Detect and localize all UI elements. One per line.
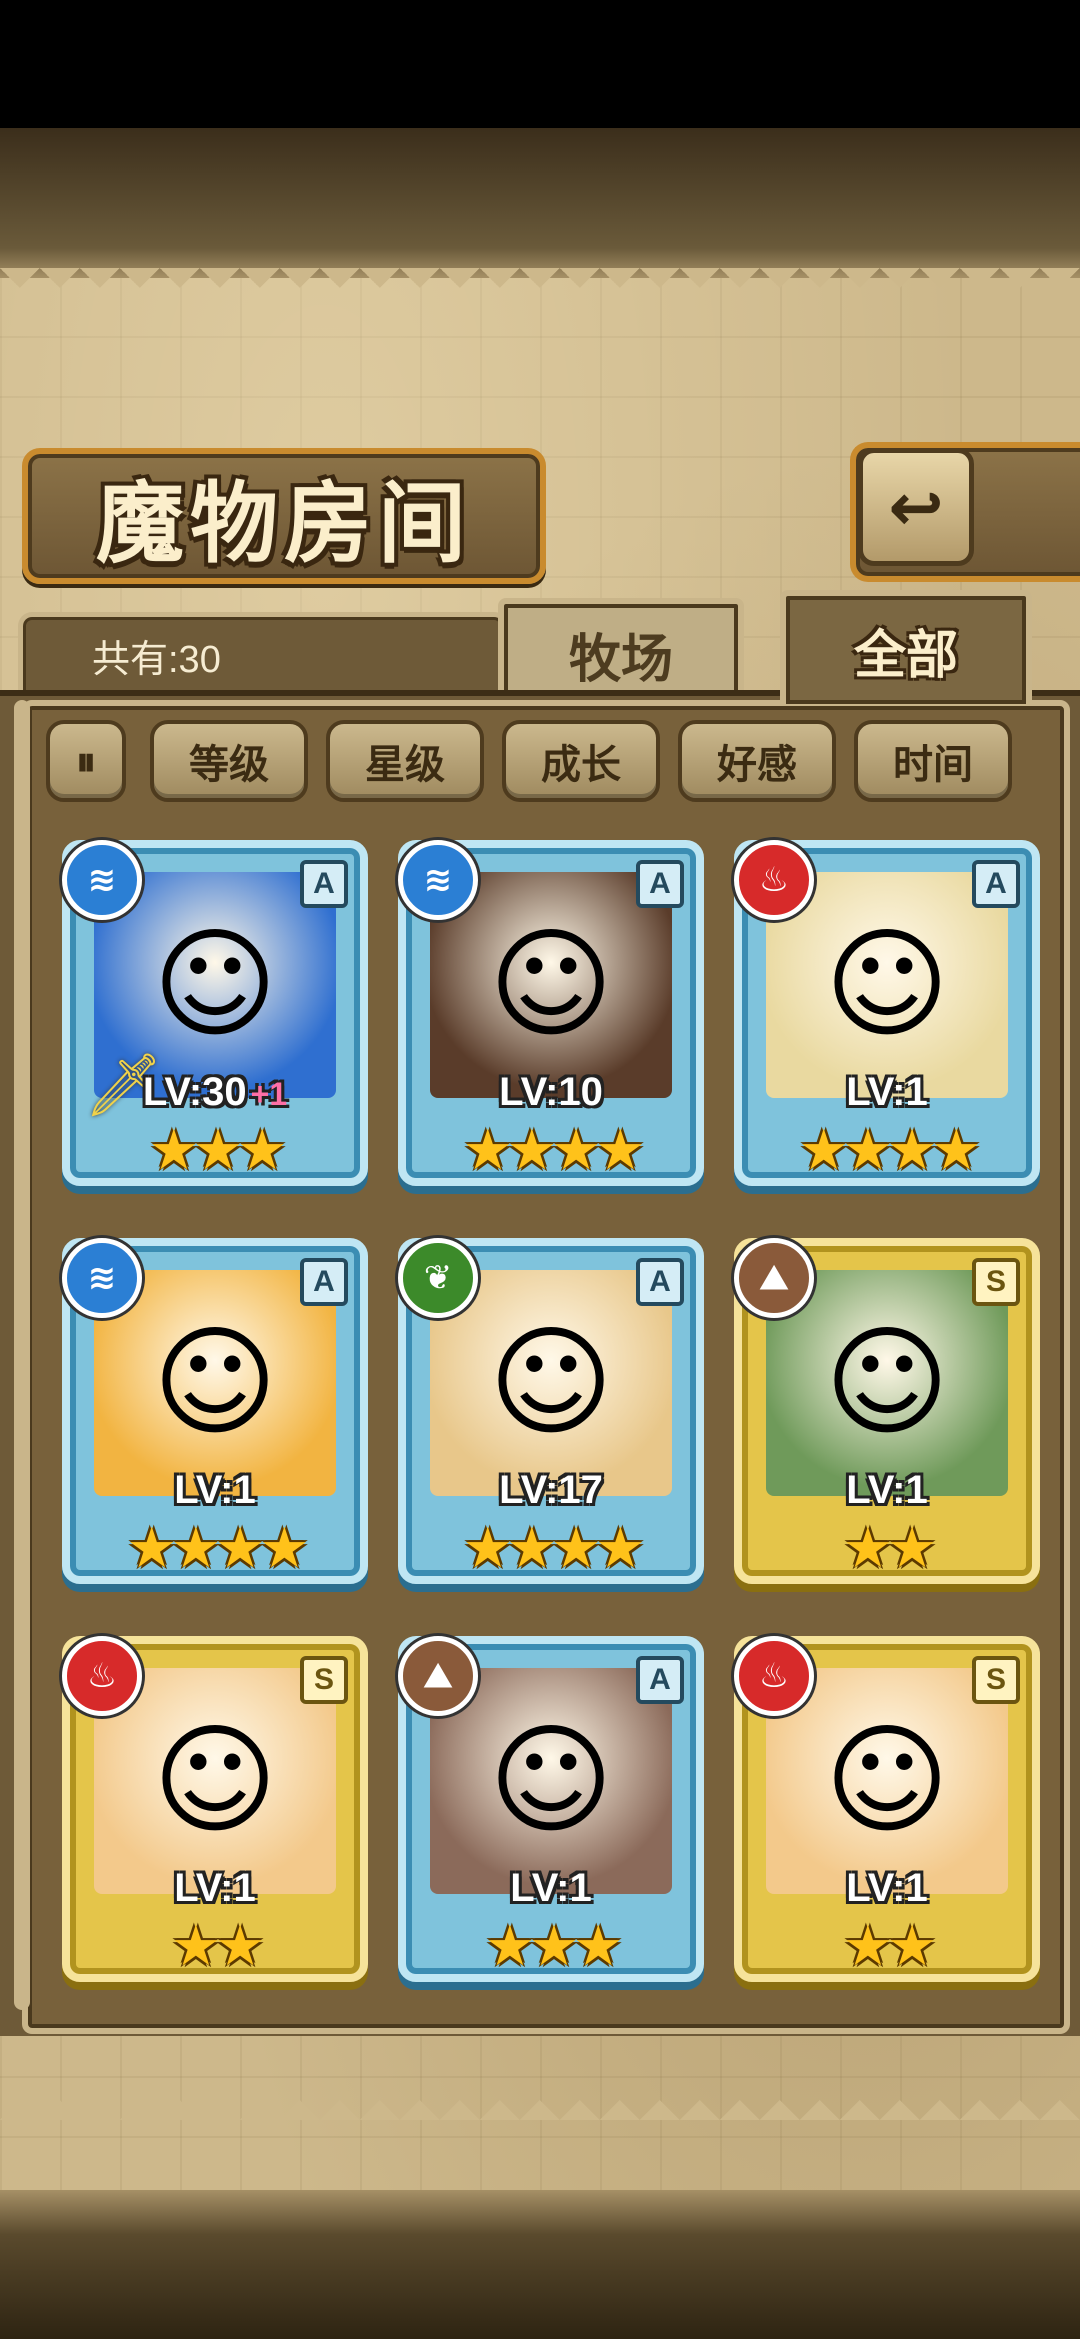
fire-element-icon: ♨ bbox=[734, 1636, 814, 1716]
rank-badge: A bbox=[636, 860, 684, 908]
monster-face-icon: ☺ bbox=[152, 915, 278, 1055]
bottom-border bbox=[0, 2190, 1080, 2339]
fire-element-icon: ♨ bbox=[62, 1636, 142, 1716]
back-icon: ↩ bbox=[888, 468, 944, 546]
monster-face-icon: ☺ bbox=[824, 1313, 950, 1453]
level-label: LV:1 bbox=[846, 1866, 928, 1910]
monster-card[interactable]: ☺ A ≋ LV:10 ★★★★ bbox=[398, 840, 704, 1186]
star-rating: ★★★★ bbox=[462, 1118, 646, 1183]
level-label: LV:17 bbox=[499, 1468, 603, 1512]
monster-face-icon: ☺ bbox=[152, 1711, 278, 1851]
title-plaque: 魔物房间 bbox=[22, 448, 546, 584]
water-element-icon: ≋ bbox=[62, 840, 142, 920]
star-rating: ★★★★ bbox=[798, 1118, 982, 1183]
sort-level-label: 等级 bbox=[189, 741, 269, 788]
monster-card[interactable]: ☺ S ♨ LV:1 ★★ bbox=[734, 1636, 1040, 1982]
rank-badge: A bbox=[300, 1258, 348, 1306]
sort-star-button[interactable]: 星级 bbox=[326, 720, 484, 802]
tab-ranch[interactable]: 牧场 bbox=[498, 598, 744, 704]
sort-toggle-button[interactable]: ⏸ bbox=[46, 720, 126, 802]
level-label: LV:1 bbox=[846, 1070, 928, 1114]
earth-element-icon: ⛰ bbox=[398, 1636, 478, 1716]
tab-ranch-label: 牧场 bbox=[568, 628, 673, 690]
sort-affection-label: 好感 bbox=[717, 741, 797, 788]
rank-badge: A bbox=[300, 860, 348, 908]
level-label: LV:1 bbox=[174, 1866, 256, 1910]
sort-star-label: 星级 bbox=[365, 741, 445, 788]
star-rating: ★★ bbox=[842, 1914, 937, 1979]
page-title: 魔物房间 bbox=[95, 470, 472, 575]
monster-card[interactable]: ☺ S ⛰ LV:1 ★★ bbox=[734, 1238, 1040, 1584]
star-rating: ★★★ bbox=[484, 1914, 624, 1979]
fire-element-icon: ♨ bbox=[734, 840, 814, 920]
water-element-icon: ≋ bbox=[398, 840, 478, 920]
monster-card[interactable]: ☺ S ♨ LV:1 ★★ bbox=[62, 1636, 368, 1982]
wood-element-icon: ❦ bbox=[398, 1238, 478, 1318]
star-rating: ★★★★ bbox=[462, 1516, 646, 1581]
monster-card[interactable]: ☺A≋🗡LV:30+1★★★ bbox=[62, 840, 368, 1186]
monster-card[interactable]: ☺ A ≋ LV:1 ★★★★ bbox=[62, 1238, 368, 1584]
monster-card[interactable]: ☺ A ♨ LV:1 ★★★★ bbox=[734, 840, 1040, 1186]
star-rating: ★★★ bbox=[148, 1118, 288, 1183]
water-element-icon: ≋ bbox=[62, 1238, 142, 1318]
monster-face-icon: ☺ bbox=[488, 915, 614, 1055]
monster-face-icon: ☺ bbox=[488, 1313, 614, 1453]
monster-card[interactable]: ☺ A ⛰ LV:1 ★★★ bbox=[398, 1636, 704, 1982]
monster-card[interactable]: ☺ A ❦ LV:17 ★★★★ bbox=[398, 1238, 704, 1584]
tab-all[interactable]: 全部 bbox=[780, 590, 1032, 704]
rank-badge: S bbox=[300, 1656, 348, 1704]
rank-badge: A bbox=[636, 1258, 684, 1306]
level-label: LV:1 bbox=[510, 1866, 592, 1910]
monster-face-icon: ☺ bbox=[824, 1711, 950, 1851]
pause-sort-icon: ⏸ bbox=[76, 737, 96, 785]
earth-element-icon: ⛰ bbox=[734, 1238, 814, 1318]
torn-edge-top bbox=[0, 268, 1080, 308]
rank-badge: A bbox=[636, 1656, 684, 1704]
star-rating: ★★ bbox=[170, 1914, 265, 1979]
monster-face-icon: ☺ bbox=[488, 1711, 614, 1851]
monster-face-icon: ☺ bbox=[152, 1313, 278, 1453]
back-button[interactable]: ↩ bbox=[858, 448, 974, 566]
rank-badge: S bbox=[972, 1656, 1020, 1704]
level-label: LV:10 bbox=[499, 1070, 603, 1114]
torn-edge-bottom bbox=[0, 2080, 1080, 2120]
scrollbar[interactable] bbox=[14, 700, 30, 2010]
top-border bbox=[0, 128, 1080, 278]
sort-affection-button[interactable]: 好感 bbox=[678, 720, 836, 802]
level-label: LV:1 bbox=[846, 1468, 928, 1512]
tab-all-label: 全部 bbox=[853, 624, 958, 686]
sort-growth-button[interactable]: 成长 bbox=[502, 720, 660, 802]
rank-badge: A bbox=[972, 860, 1020, 908]
sort-bar: ⏸ 等级 星级 成长 好感 时间 bbox=[46, 720, 1036, 804]
level-bonus: +1 bbox=[250, 1076, 288, 1112]
sort-time-label: 时间 bbox=[893, 741, 973, 788]
sort-level-button[interactable]: 等级 bbox=[150, 720, 308, 802]
star-rating: ★★★★ bbox=[126, 1516, 310, 1581]
monster-count: 共有:30 bbox=[92, 639, 221, 681]
level-label: LV:1 bbox=[174, 1468, 256, 1512]
monster-face-icon: ☺ bbox=[824, 915, 950, 1055]
level-label: LV:30 +1 bbox=[142, 1070, 288, 1114]
star-rating: ★★ bbox=[842, 1516, 937, 1581]
sort-growth-label: 成长 bbox=[541, 741, 621, 788]
rank-badge: S bbox=[972, 1258, 1020, 1306]
sort-time-button[interactable]: 时间 bbox=[854, 720, 1012, 802]
